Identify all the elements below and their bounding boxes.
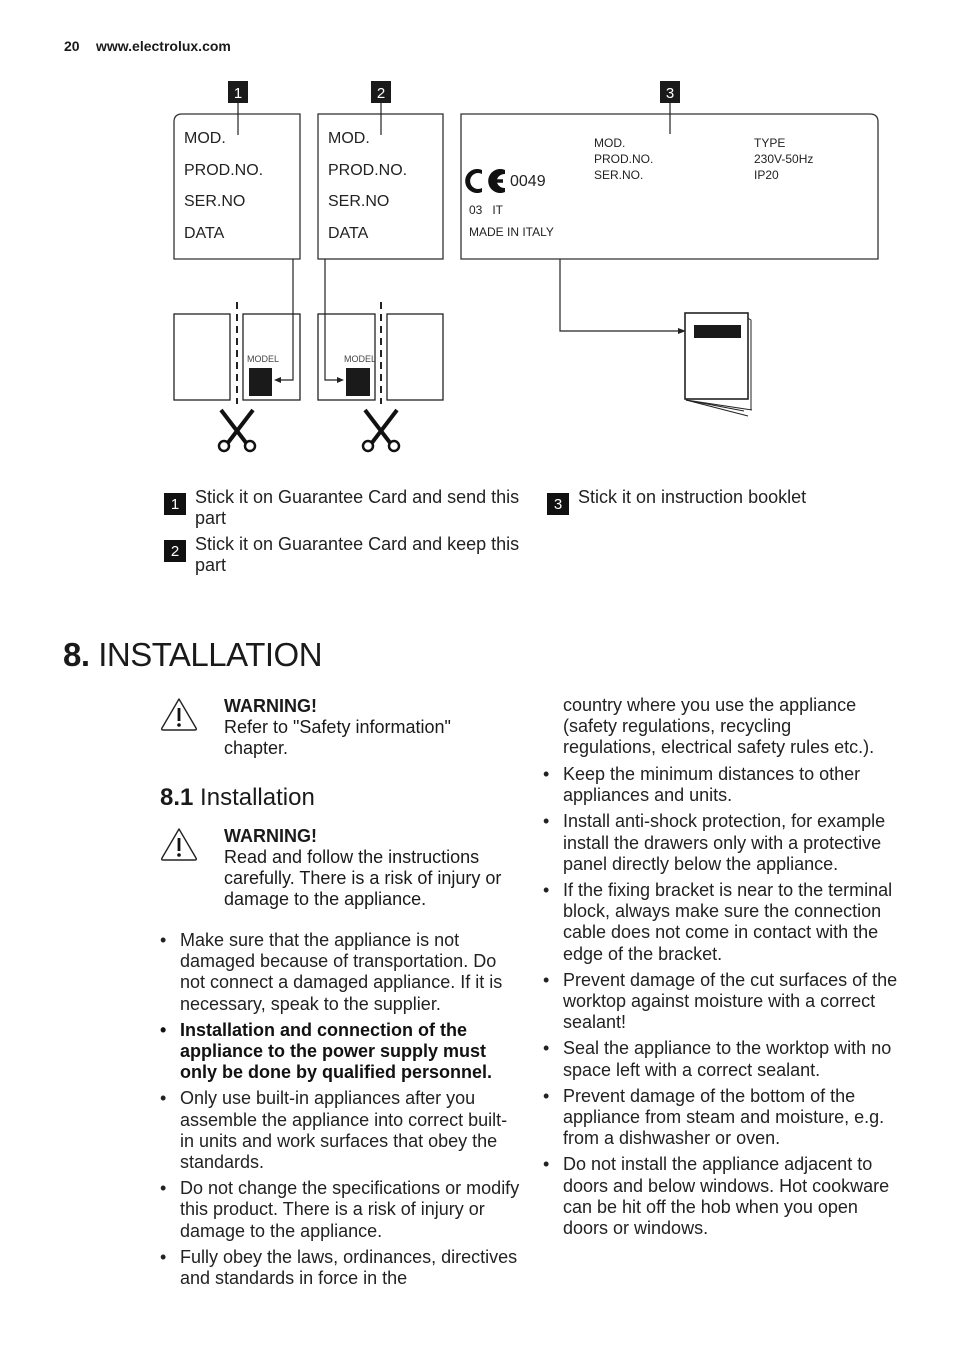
- plate-ser-no: SER.NO.: [594, 168, 643, 182]
- callout-3: 3: [660, 81, 680, 103]
- field-ser-no: SER.NO: [184, 193, 245, 210]
- callout-2: 2: [371, 81, 391, 103]
- callout-2-number: 2: [377, 85, 385, 102]
- label-box-2: MOD. PROD.NO. SER.NO DATA: [317, 103, 444, 260]
- list-item: Make sure that the appliance is not dama…: [160, 930, 520, 1015]
- list-item: Do not change the specifications or modi…: [160, 1178, 520, 1242]
- legend-badge-1: 1: [164, 493, 186, 515]
- installation-list-right: Keep the minimum distances to other appl…: [543, 764, 898, 1244]
- section-title: INSTALLATION: [98, 636, 323, 673]
- subsection-number: 8.1: [160, 784, 194, 811]
- plate-prod-no: PROD.NO.: [594, 152, 653, 166]
- list-item: Fully obey the laws, ordinances, directi…: [160, 1247, 520, 1289]
- warning-title: WARNING!: [224, 696, 317, 716]
- warning-body: Refer to "Safety information" chapter.: [224, 717, 451, 758]
- list-item: Do not install the appliance adjacent to…: [543, 1154, 898, 1239]
- list-item: Seal the appliance to the worktop with n…: [543, 1038, 898, 1080]
- warning-body: Read and follow the instructions careful…: [224, 847, 502, 909]
- legend-text-1: Stick it on Guarantee Card and send this…: [195, 487, 520, 528]
- warning-icon: [160, 698, 198, 731]
- callout-1: 1: [228, 81, 248, 103]
- legend-item-2: 2 Stick it on Guarantee Card and keep th…: [164, 534, 524, 576]
- ce-number: 0049: [510, 173, 546, 190]
- list-item: If the fixing bracket is near to the ter…: [543, 880, 898, 965]
- plate-mod: MOD.: [594, 136, 625, 150]
- label-strip-1: MODEL: [173, 259, 301, 404]
- installation-list-left: Make sure that the appliance is not dama…: [160, 930, 520, 1294]
- plate-ip-rating: IP20: [754, 168, 779, 182]
- list-item: Only use built-in appliances after you a…: [160, 1088, 520, 1173]
- legend-badge-3: 3: [547, 493, 569, 515]
- warning-title: WARNING!: [224, 826, 317, 846]
- plate-code: 03 IT: [469, 203, 504, 217]
- list-item: Installation and connection of the appli…: [160, 1020, 520, 1084]
- callout-3-number: 3: [666, 85, 674, 102]
- subsection-heading: 8.1 Installation: [160, 784, 315, 812]
- scissors-icon: [217, 408, 257, 453]
- legend-text-3: Stick it on instruction booklet: [578, 487, 807, 507]
- list-continuation: country where you use the appliance (saf…: [563, 695, 875, 758]
- legend-item-1: 1 Stick it on Guarantee Card and send th…: [164, 487, 524, 529]
- legend-text-2: Stick it on Guarantee Card and keep this…: [195, 534, 520, 575]
- plate-type: TYPE: [754, 136, 785, 150]
- list-item: Prevent damage of the cut surfaces of th…: [543, 970, 898, 1034]
- ce-mark-icon: [465, 169, 505, 194]
- list-item: Prevent damage of the bottom of the appl…: [543, 1086, 898, 1150]
- section-number: 8.: [63, 636, 90, 673]
- list-item: Keep the minimum distances to other appl…: [543, 764, 898, 806]
- callout-1-number: 1: [234, 85, 242, 102]
- model-tag: MODEL: [247, 354, 279, 364]
- plate-origin: MADE IN ITALY: [469, 225, 554, 239]
- legend-badge-2: 2: [164, 540, 186, 562]
- plate-voltage: 230V-50Hz: [754, 152, 813, 166]
- field-prod-no: PROD.NO.: [328, 162, 407, 179]
- field-data: DATA: [328, 225, 369, 242]
- model-tag: MODEL: [344, 354, 376, 364]
- label-strip-2: MODEL: [317, 259, 444, 404]
- field-data: DATA: [184, 225, 225, 242]
- field-prod-no: PROD.NO.: [184, 162, 263, 179]
- section-heading: 8. INSTALLATION: [63, 636, 323, 674]
- list-item: Install anti-shock protection, for examp…: [543, 811, 898, 875]
- rating-label-diagram: 1 2 3 MOD. PROD.NO. SER.NO DATA MOD. PRO…: [173, 81, 879, 453]
- field-ser-no: SER.NO: [328, 193, 389, 210]
- warning-box: WARNING! Read and follow the instruction…: [159, 826, 529, 910]
- field-mod: MOD.: [328, 130, 370, 147]
- rating-plate: MOD. PROD.NO. SER.NO. TYPE 230V-50Hz IP2…: [460, 103, 879, 260]
- warning-box: WARNING! Refer to "Safety information" c…: [159, 696, 529, 759]
- subsection-title: Installation: [200, 784, 315, 811]
- field-mod: MOD.: [184, 130, 226, 147]
- warning-icon: [160, 828, 198, 861]
- label-box-1: MOD. PROD.NO. SER.NO DATA: [173, 103, 301, 260]
- instruction-booklet-icon: [559, 259, 753, 417]
- scissors-icon: [361, 408, 401, 453]
- legend-item-3: 3 Stick it on instruction booklet: [547, 487, 887, 515]
